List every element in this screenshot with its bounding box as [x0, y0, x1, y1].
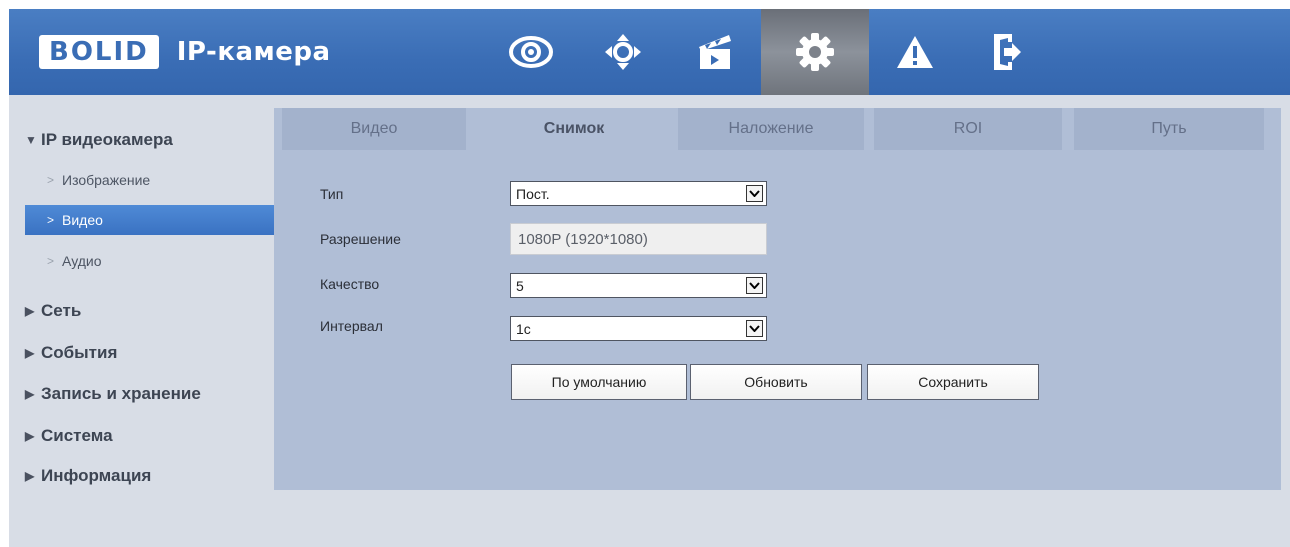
chevron-right-icon: > [47, 254, 55, 268]
sidebar-item-audio[interactable]: > Аудио [25, 246, 277, 276]
sidebar-item-image[interactable]: > Изображение [25, 165, 277, 195]
resolution-field: 1080P (1920*1080) [510, 223, 767, 255]
sidebar-item-video[interactable]: > Видео [25, 205, 277, 235]
sidebar-group-label: Сеть [41, 301, 82, 320]
sidebar-group-label: Запись и хранение [41, 384, 201, 403]
sidebar-item-label: Аудио [62, 253, 102, 269]
sidebar-group-network[interactable]: ▶ Сеть [25, 301, 81, 321]
top-bar: BOLID IP-камера [9, 9, 1290, 95]
save-button[interactable]: Сохранить [867, 364, 1039, 400]
ptz-icon [605, 34, 641, 70]
collapsed-triangle-icon: ▶ [25, 387, 35, 401]
sidebar-group-storage[interactable]: ▶ Запись и хранение [25, 384, 201, 404]
sidebar-item-label: Видео [62, 212, 103, 228]
chevron-down-icon [746, 185, 763, 202]
quality-select[interactable]: 5 [510, 273, 767, 298]
sidebar-group-system[interactable]: ▶ Система [25, 426, 113, 446]
refresh-button[interactable]: Обновить [690, 364, 862, 400]
interval-select[interactable]: 1c [510, 316, 767, 341]
logo: BOLID IP-камера [39, 33, 331, 71]
sidebar-item-label: Изображение [62, 172, 151, 188]
chevron-right-icon: > [47, 213, 55, 227]
collapsed-triangle-icon: ▶ [25, 429, 35, 443]
tab-overlay[interactable]: Наложение [678, 108, 864, 150]
interval-select-value: 1c [516, 320, 531, 337]
tab-path[interactable]: Путь [1074, 108, 1264, 150]
sidebar-group-events[interactable]: ▶ События [25, 343, 117, 363]
brand-logo: BOLID [39, 35, 159, 69]
type-select[interactable]: Пост. [510, 181, 767, 206]
type-select-value: Пост. [516, 185, 550, 202]
nav-alarm[interactable] [869, 9, 961, 95]
quality-select-value: 5 [516, 277, 524, 294]
app-title: IP-камера [176, 37, 331, 67]
tab-roi[interactable]: ROI [874, 108, 1062, 150]
interval-label: Интервал [320, 318, 383, 334]
settings-panel [274, 108, 1281, 490]
main-nav [485, 9, 1053, 95]
sidebar-group-info[interactable]: ▶ Информация [25, 466, 151, 486]
sidebar-section-ip-camera[interactable]: ▼ IP видеокамера [25, 130, 173, 150]
logout-icon [994, 34, 1021, 70]
sidebar-group-label: Система [41, 426, 113, 445]
warning-icon [897, 36, 933, 68]
expanded-triangle-icon: ▼ [25, 133, 37, 147]
collapsed-triangle-icon: ▶ [25, 469, 35, 483]
sidebar-section-label: IP видеокамера [41, 130, 173, 149]
tab-bar: Видео Снимок Наложение ROI Путь [274, 108, 1281, 150]
chevron-right-icon: > [47, 173, 55, 187]
gear-icon [796, 33, 834, 71]
resolution-label: Разрешение [320, 231, 401, 247]
default-button[interactable]: По умолчанию [511, 364, 687, 400]
sidebar-group-label: События [41, 343, 118, 362]
nav-logout[interactable] [961, 9, 1053, 95]
nav-live-view[interactable] [485, 9, 577, 95]
tab-video[interactable]: Видео [282, 108, 466, 150]
nav-playback[interactable] [669, 9, 761, 95]
clapperboard-icon [699, 35, 731, 69]
eye-icon [509, 36, 553, 68]
tab-snapshot[interactable]: Снимок [480, 108, 668, 150]
nav-settings[interactable] [761, 9, 869, 95]
type-label: Тип [320, 186, 344, 202]
chevron-down-icon [746, 277, 763, 294]
quality-label: Качество [320, 276, 380, 292]
collapsed-triangle-icon: ▶ [25, 346, 35, 360]
nav-ptz[interactable] [577, 9, 669, 95]
collapsed-triangle-icon: ▶ [25, 304, 35, 318]
sidebar-group-label: Информация [41, 466, 152, 485]
chevron-down-icon [746, 320, 763, 337]
